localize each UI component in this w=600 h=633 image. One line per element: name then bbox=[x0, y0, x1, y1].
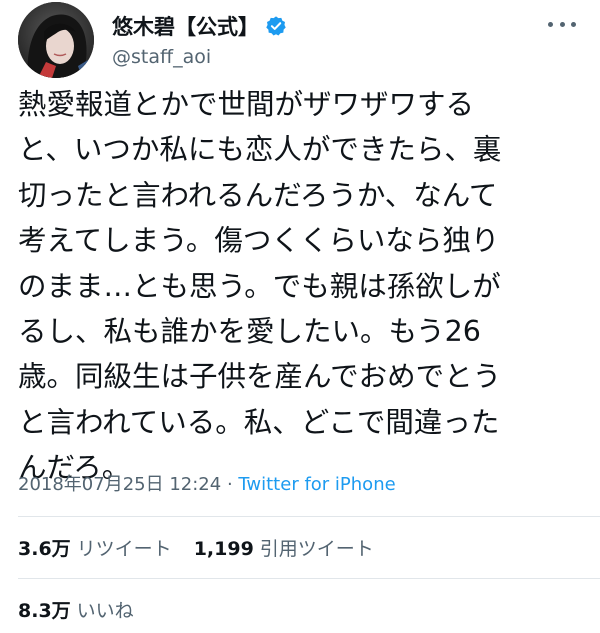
tweet-line: と、いつか私にも恋人ができたら、裏 bbox=[18, 133, 502, 167]
tweet-text: 熱愛報道とかで世間がザワザワする と、いつか私にも恋人ができたら、裏 切ったと言… bbox=[18, 82, 584, 491]
quotes-count: 1,199 bbox=[193, 538, 254, 560]
quotes-label: 引用ツイート bbox=[259, 538, 374, 560]
more-options-icon[interactable] bbox=[548, 16, 576, 32]
retweets-stat[interactable]: 3.6万 リツイート bbox=[18, 534, 172, 561]
likes-stats-row: 8.3万 いいね bbox=[18, 596, 134, 623]
user-handle[interactable]: @staff_aoi bbox=[112, 46, 211, 68]
divider bbox=[18, 578, 600, 579]
likes-stat[interactable]: 8.3万 いいね bbox=[18, 596, 134, 623]
tweet-line: 歳。同級生は子供を産んでおめでとう bbox=[18, 360, 502, 394]
name-row: 悠木碧【公式】 bbox=[112, 12, 287, 40]
tweet-line: と言われている。私、どこで間違った bbox=[18, 405, 500, 439]
tweet-meta: 2018年07月25日 12:24 · Twitter for iPhone bbox=[18, 470, 396, 496]
tweet-line: 熱愛報道とかで世間がザワザワする bbox=[18, 88, 475, 121]
tweet-header: 悠木碧【公式】 @staff_aoi bbox=[18, 2, 588, 86]
quotes-stat[interactable]: 1,199 引用ツイート bbox=[194, 534, 374, 561]
engagement-stats-row: 3.6万 リツイート 1,199 引用ツイート bbox=[18, 534, 374, 561]
display-name[interactable]: 悠木碧【公式】 bbox=[112, 11, 259, 41]
tweet-line: 考えてしまう。傷つくくらいなら独り bbox=[18, 224, 500, 258]
divider bbox=[18, 516, 600, 517]
likes-count: 8.3万 bbox=[18, 600, 71, 622]
timestamp[interactable]: 2018年07月25日 12:24 bbox=[18, 474, 221, 495]
avatar-photo bbox=[18, 2, 94, 78]
source-link[interactable]: Twitter for iPhone bbox=[238, 474, 395, 495]
tweet-line: 切ったと言われるんだろうか、なんて bbox=[18, 178, 498, 212]
tweet-line: のまま…とも思う。でも親は孫欲しが bbox=[18, 269, 501, 303]
verified-badge-icon bbox=[265, 15, 287, 37]
retweets-label: リツイート bbox=[76, 538, 172, 560]
meta-separator: · bbox=[221, 474, 239, 495]
avatar[interactable] bbox=[18, 2, 94, 78]
likes-label: いいね bbox=[76, 600, 134, 622]
tweet-line: るし、私も誰かを愛したい。もう26 bbox=[18, 315, 481, 349]
retweets-count: 3.6万 bbox=[18, 538, 71, 560]
